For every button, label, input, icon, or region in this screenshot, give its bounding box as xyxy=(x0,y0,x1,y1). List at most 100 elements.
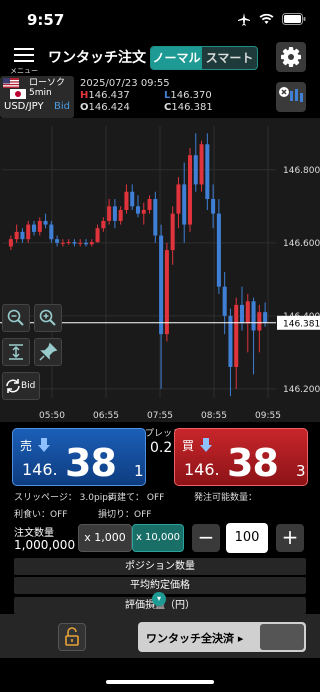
info-panel: ローソク 5min USD/JPY Bid 2025/07/23 09:55 H… xyxy=(0,76,320,118)
sell-price-pips: 38 xyxy=(65,441,117,485)
tab-normal[interactable]: ノーマル xyxy=(151,47,203,69)
price-chart[interactable]: 146.800146.600146.400146.20005:5006:5507… xyxy=(0,118,320,422)
zoom-out-button[interactable] xyxy=(2,304,30,332)
sell-price-tail: 1 xyxy=(134,462,144,480)
candle-body xyxy=(257,312,262,331)
pair-selector[interactable]: ローソク 5min USD/JPY Bid xyxy=(0,76,74,118)
zoom-out-icon xyxy=(7,309,24,326)
multiplier-10000-button[interactable]: x 10,000 xyxy=(132,524,184,552)
candle-body xyxy=(130,191,135,207)
bid-ask-toggle[interactable]: Bid xyxy=(2,372,40,400)
candle-body xyxy=(193,155,198,185)
interval-label: 5min xyxy=(29,88,52,98)
candle-body xyxy=(187,155,193,225)
down-arrow-icon xyxy=(200,438,212,452)
stop-loss-setting[interactable]: 損切り：OFF xyxy=(98,507,151,520)
candle-body xyxy=(245,301,250,324)
flag-icon xyxy=(3,78,26,99)
quantity-value: 1,000,000 xyxy=(14,538,76,552)
sell-label: 売 xyxy=(20,439,33,453)
header: メニュー ワンタッチ注文 ノーマル スマート xyxy=(0,38,320,76)
candle-body xyxy=(26,224,31,240)
buy-price-tail: 3 xyxy=(296,462,306,480)
candle-body xyxy=(83,242,89,245)
candle-body xyxy=(118,209,123,221)
chart-type-label: ローソク xyxy=(29,78,66,88)
buy-price-prefix: 146. xyxy=(184,460,220,479)
close-all-label: ワンタッチ全決済 ▸ xyxy=(146,632,244,645)
battery-icon xyxy=(282,13,306,25)
increase-button[interactable]: + xyxy=(276,524,304,552)
quantity-input[interactable]: 100 xyxy=(226,523,268,553)
sell-price-prefix: 146. xyxy=(22,460,58,479)
slippage-setting[interactable]: スリッページ： 3.0pips xyxy=(14,490,113,503)
hamburger-icon xyxy=(14,48,34,50)
sell-button[interactable]: 売 146. 38 1 xyxy=(12,428,146,486)
hedge-setting[interactable]: 両建て： OFF xyxy=(108,490,164,503)
settings-button[interactable] xyxy=(276,42,306,72)
candle-body xyxy=(170,213,175,251)
status-time: 9:57 xyxy=(27,11,65,29)
menu-button[interactable]: メニュー xyxy=(8,44,38,75)
candle-body xyxy=(176,184,181,214)
candle-body xyxy=(216,213,221,287)
home-indicator xyxy=(106,680,214,684)
candle-body xyxy=(205,144,210,200)
y-tick-label: 146.200 xyxy=(283,385,320,395)
close-all-button[interactable]: ワンタッチ全決済 ▸ xyxy=(138,622,306,652)
indicator-icon xyxy=(279,87,303,102)
page-title: ワンタッチ注文 xyxy=(48,50,146,66)
candle-body xyxy=(101,220,106,229)
position-quantity-row: ポジション数量 xyxy=(14,558,306,575)
down-arrow-icon xyxy=(38,438,50,452)
status-icons xyxy=(237,12,306,26)
zoom-in-button[interactable] xyxy=(34,304,62,332)
x-tick-label: 06:55 xyxy=(93,411,119,421)
current-price-label: 146.381 xyxy=(283,319,320,329)
lock-button[interactable] xyxy=(58,623,86,651)
y-tick-label: 146.600 xyxy=(283,239,320,249)
candle-body xyxy=(112,206,117,221)
candle-body xyxy=(107,206,112,221)
tab-smart[interactable]: スマート xyxy=(202,47,257,69)
datetime: 2025/07/23 09:55 xyxy=(80,78,170,89)
candle-body xyxy=(43,220,48,225)
fit-button[interactable] xyxy=(2,338,30,366)
menu-label: メニュー xyxy=(10,67,38,75)
candle-body xyxy=(8,239,13,247)
x-tick-label: 08:55 xyxy=(201,411,227,421)
candle-body xyxy=(14,231,19,240)
candle-body xyxy=(199,144,204,185)
ohlc-close: C146.381 xyxy=(164,102,213,113)
candle-body xyxy=(263,312,268,323)
candle-body xyxy=(37,220,42,232)
zoom-in-icon xyxy=(39,309,56,326)
candle-body xyxy=(66,242,71,244)
airplane-icon xyxy=(238,13,250,26)
gear-icon xyxy=(281,47,301,67)
candle-body xyxy=(239,304,245,324)
candle-body xyxy=(141,209,146,214)
slider-handle[interactable] xyxy=(260,624,304,650)
candle-body xyxy=(49,224,54,240)
refresh-icon xyxy=(6,379,20,393)
decrease-button[interactable]: − xyxy=(192,524,220,552)
candle-body xyxy=(78,242,83,244)
pin-icon xyxy=(39,342,58,361)
multiplier-1000-button[interactable]: x 1,000 xyxy=(78,524,132,552)
pin-button[interactable] xyxy=(34,338,62,366)
ohlc-high: H146.437 xyxy=(80,90,130,101)
candle-body xyxy=(72,242,77,244)
candle-body xyxy=(222,286,227,316)
buy-button[interactable]: 買 146. 38 3 xyxy=(174,428,308,486)
candle-body xyxy=(60,242,65,244)
candle-body xyxy=(147,199,152,210)
x-tick-label: 07:55 xyxy=(147,411,173,421)
ohlc-open: O146.424 xyxy=(80,102,130,113)
candle-body xyxy=(89,242,94,245)
indicator-button[interactable] xyxy=(276,82,306,112)
take-profit-setting[interactable]: 利食い：OFF xyxy=(14,507,67,520)
chevron-down-icon[interactable]: ▾ xyxy=(152,592,166,606)
x-tick-label: 09:55 xyxy=(255,411,281,421)
candle-body xyxy=(251,301,256,331)
